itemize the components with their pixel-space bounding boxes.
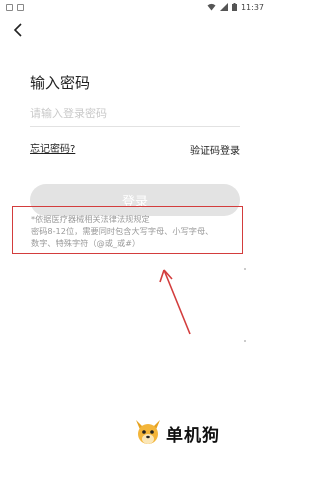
battery-icon	[231, 3, 237, 11]
page-title: 输入密码	[30, 74, 91, 92]
password-rules-notice: *依据医疗器械相关法律法规规定 密码8-12位，需要同时包含大写字母、小写字母、…	[12, 206, 243, 254]
annotation-arrow	[159, 269, 191, 335]
status-bar: 11:37	[0, 0, 270, 14]
status-time: 11:37	[240, 2, 264, 12]
dog-logo-icon	[136, 420, 160, 444]
back-button[interactable]	[8, 20, 28, 40]
notification-icon-2	[17, 3, 24, 11]
status-right: 11:37	[207, 3, 264, 12]
status-left	[6, 3, 24, 11]
notice-line-1: *依据医疗器械相关法律法规规定	[31, 214, 150, 224]
chevron-left-icon	[13, 23, 22, 37]
watermark-text: 单机狗	[166, 425, 220, 446]
sms-login-link[interactable]: 验证码登录	[190, 142, 240, 157]
scroll-dot	[244, 268, 246, 270]
signal-icon	[219, 3, 228, 11]
notice-line-2: 密码8-12位，需要同时包含大写字母、小写字母、	[31, 226, 214, 236]
scroll-dot	[244, 340, 246, 342]
watermark: 单机狗	[133, 418, 220, 448]
notice-line-3: 数字、特殊字符（@或_或#）	[31, 238, 141, 248]
wifi-icon	[207, 3, 216, 11]
password-input[interactable]	[30, 100, 240, 127]
forgot-password-link[interactable]: 忘记密码?	[30, 140, 75, 155]
notification-icon	[6, 3, 13, 11]
